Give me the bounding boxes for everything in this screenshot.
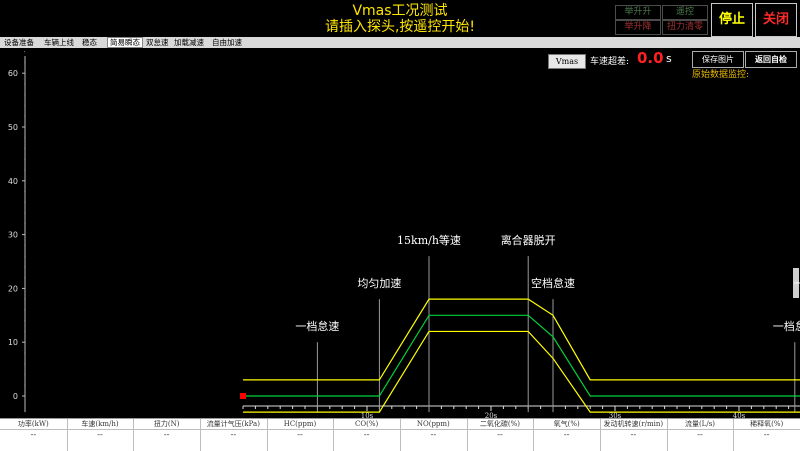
table-value-cell: -- — [563, 430, 570, 439]
table-header-cell: 稀释氧(%) — [750, 420, 784, 428]
table-header-cell: 氧气(%) — [553, 420, 580, 428]
table-header-cell: 发动机转速(r/min) — [603, 420, 664, 428]
lift-up-button[interactable]: 举升升 — [615, 5, 661, 20]
chart-series — [240, 298, 800, 413]
y-tick-label: 50 — [8, 123, 18, 132]
table-value-cell: -- — [763, 430, 770, 439]
close-button[interactable]: 关闭 — [755, 3, 797, 37]
table-divider — [466, 419, 468, 451]
table-header-cell: HC(ppm) — [283, 420, 317, 428]
tab-double-idle[interactable]: 双怠速 — [146, 38, 169, 47]
phase-marker-label: 离合器脱开 — [501, 233, 556, 247]
vmas-button[interactable]: Vmas — [548, 54, 586, 69]
table-divider — [666, 419, 668, 451]
return-check-button[interactable]: 返回自检 — [745, 51, 797, 68]
phase-markers: 一档怠速 均匀加速 15km/h等速 离合器脱开空档怠速一档怠速 一档 — [295, 233, 800, 413]
table-value-cell: -- — [363, 430, 370, 439]
table-value-cell: -- — [697, 430, 703, 439]
phase-marker-label: 均匀加速 — [357, 277, 401, 290]
table-divider — [600, 419, 601, 451]
tab-steady-state[interactable]: 稳态 — [82, 38, 97, 47]
table-header-cell: 功率(kW) — [17, 420, 49, 428]
measurement-table: 功率(kW) -- 车速(km/h) -- 扭力(N) -- 流量计气压(kPa) -- HC(… — [0, 418, 800, 451]
y-tick-label: 0 — [13, 392, 18, 401]
phase-marker-label: 15km/h等速 — [397, 233, 461, 247]
table-divider — [66, 419, 68, 451]
stage-tabs: 设备准备 车辆上线 稳态 简易瞬态 双怠速 加载减速 自由加速 — [0, 37, 800, 48]
save-image-button[interactable]: 保存图片 — [692, 51, 744, 68]
table-header-cell: 流量计气压(kPa) — [206, 420, 260, 428]
table-divider — [266, 419, 268, 451]
table-value-cell: -- — [30, 430, 37, 439]
y-tick-label: 60 — [8, 69, 18, 78]
overspeed-unit: s — [666, 52, 672, 65]
table-header-cell: 扭力(N) — [153, 420, 180, 428]
table-divider — [133, 419, 135, 451]
phase-marker-label: 一档 — [794, 276, 800, 290]
table-divider — [533, 419, 535, 451]
stop-button[interactable]: 停止 — [711, 3, 753, 37]
table-header-cell: NO(ppm) — [416, 420, 450, 428]
table-value-cell: -- — [230, 430, 237, 439]
overspeed-value: 0.0 — [637, 49, 664, 67]
series-line-upper — [243, 298, 800, 381]
raw-data-monitor-label: 原始数据监控: — [692, 70, 750, 80]
tab-free-accel[interactable]: 自由加速 — [212, 38, 242, 47]
lift-down-button[interactable]: 举升降 — [615, 20, 661, 35]
tab-load-decel[interactable]: 加载减速 — [174, 38, 204, 47]
y-tick-label: 10 — [8, 338, 18, 347]
table-value-cell: -- — [97, 430, 103, 439]
y-tick-label: 40 — [8, 177, 18, 186]
table-value-cell: -- — [163, 430, 170, 439]
phase-marker-label: 一档怠速 — [295, 319, 339, 333]
current-position-marker — [240, 393, 246, 399]
table-divider — [400, 419, 401, 451]
table-divider — [200, 419, 201, 451]
table-value-cell: -- — [630, 430, 637, 439]
table-header-cell: 二氧化碳(%) — [479, 420, 521, 428]
table-header-cell: 车速(km/h) — [81, 420, 119, 428]
remote-button[interactable]: 遥控 — [662, 5, 708, 20]
speed-curve-chart: 010203040506010s 20s 30s 40s 一档怠速均匀加速15km/h… — [8, 51, 800, 418]
table-header-cell: 流量(L/s) — [684, 420, 716, 428]
tab-device-prep[interactable]: 设备准备 — [4, 38, 34, 47]
table-header-cell: CO(%) — [355, 420, 379, 428]
tab-vehicle-online[interactable]: 车辆上线 — [44, 38, 74, 47]
table-value-cell: -- — [297, 430, 303, 439]
phase-marker-label: 空档怠速 — [531, 276, 575, 290]
series-line-lower — [243, 330, 800, 413]
table-divider — [333, 419, 335, 451]
force-clear-button[interactable]: 扭力清零 — [662, 20, 708, 35]
table-divider — [733, 419, 735, 451]
table-value-cell: -- — [430, 430, 437, 439]
table-row-divider — [0, 429, 800, 430]
overspeed-label: 车速超差: — [590, 57, 630, 67]
y-tick-label: 20 — [8, 284, 18, 293]
phase-marker-label: 一档怠速 — [773, 319, 800, 333]
tab-simple-transient[interactable]: 简易瞬态 — [107, 37, 143, 48]
table-value-cell: -- — [497, 430, 503, 439]
y-tick-label: 30 — [8, 231, 18, 240]
header-bar: Vmas工况测试 请插入探头,按遥控开始! 举升升 遥控 举升降 扭力清零 停止… — [0, 0, 800, 37]
